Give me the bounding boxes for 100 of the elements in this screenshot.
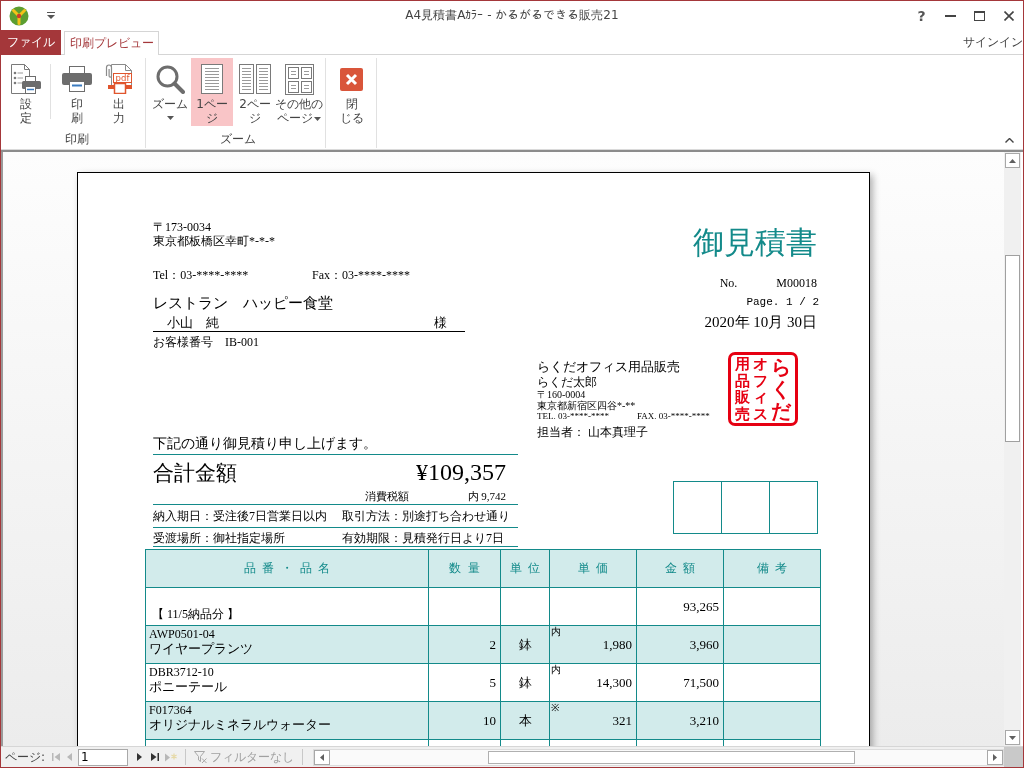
printer-icon: [61, 66, 92, 92]
table-cell: 10: [428, 701, 501, 740]
table-cell: 3,960: [636, 625, 724, 664]
greeting-text: 下記の通り御見積り申し上げます。: [153, 436, 377, 452]
phone-number: TEL. 03-****-****: [537, 411, 609, 422]
app-logo-icon[interactable]: [9, 5, 29, 26]
help-button[interactable]: ?: [907, 1, 936, 30]
scroll-right-icon[interactable]: [993, 753, 997, 761]
terms-text: 受渡場所：御社指定場所: [153, 531, 286, 545]
close-preview-button[interactable]: 閉 じる: [333, 58, 370, 126]
phone-number: Tel：03-****-****: [153, 268, 249, 282]
company-name: らくだオフィス用品販売: [537, 359, 680, 375]
address: 東京都新宿区四谷*-**: [537, 400, 636, 411]
magnifier-icon: [155, 64, 185, 94]
quote-number: M00018: [776, 276, 817, 290]
close-icon[interactable]: [1003, 10, 1014, 21]
scrollbar-corner: [1004, 747, 1023, 767]
seal-text: らくだ: [771, 356, 791, 422]
two-pages-button[interactable]: 2ペー ジ: [235, 58, 275, 126]
table-cell: [500, 587, 550, 626]
table-cell: 鉢: [500, 663, 550, 702]
column-header: 品番・品名: [145, 549, 429, 588]
unit-price: 14,300: [596, 675, 632, 691]
table-cell: 【 11/5納品分 】: [145, 587, 429, 626]
address: 東京都板橋区幸町*-*-*: [153, 234, 275, 248]
scroll-up-icon[interactable]: [1009, 158, 1016, 163]
pdf-export-button[interactable]: pdf 出 力: [100, 58, 137, 126]
table-cell: 93,265: [636, 587, 724, 626]
next-page-icon[interactable]: [137, 753, 143, 761]
terms-text: 取引方法：別途打ち合わせ通り: [342, 509, 510, 523]
table-cell: 71,500: [636, 663, 724, 702]
item-name: オリジナルミネラルウォーター: [149, 717, 332, 733]
total-amount: ¥109,357: [416, 459, 506, 485]
column-header: 備考: [723, 549, 821, 588]
caret-icon[interactable]: [47, 12, 55, 19]
scroll-thumb[interactable]: [488, 750, 856, 764]
contact-name: 小山 純: [167, 315, 219, 331]
page-grid-icon: [284, 63, 314, 95]
column-header: 単位: [500, 549, 550, 588]
tax-amount: 内 9,742: [467, 490, 506, 503]
ribbon-tab[interactable]: 印刷プレビュー: [64, 31, 159, 55]
seal-text: オフィス: [753, 356, 768, 422]
person-name: らくだ太郎: [537, 375, 597, 389]
sign-in-link[interactable]: サインイン: [963, 33, 1023, 51]
terms-text: 有効期限：見積発行日より7日: [342, 531, 504, 545]
item-code: AWP0501-04: [149, 627, 216, 641]
customer-number: IB-001: [225, 335, 259, 349]
table-cell: 本: [500, 701, 550, 740]
single-page-icon: [201, 64, 223, 94]
pdf-label: pdf: [115, 73, 129, 83]
scroll-left-icon[interactable]: [320, 753, 325, 761]
issue-date: 2020年 10月 30日: [704, 313, 817, 331]
print-button[interactable]: 印 刷: [58, 58, 95, 126]
scroll-down-icon[interactable]: [1009, 735, 1016, 740]
postal-code: 〒160-0004: [537, 389, 586, 400]
vertical-scrollbar[interactable]: [1004, 152, 1021, 746]
item-name: ワイヤープランツ: [149, 641, 254, 657]
last-page-icon[interactable]: [151, 753, 160, 761]
tax-label: 消費税額: [364, 490, 409, 503]
total-label: 合計金額: [153, 460, 237, 486]
page-number-field[interactable]: 1: [78, 748, 129, 766]
unit-price: 1,980: [602, 637, 632, 653]
group-label: ズーム: [218, 132, 257, 146]
minimize-icon[interactable]: [945, 14, 956, 17]
terms-text: 納入期日：受注後7日営業日以内: [153, 509, 328, 523]
item-name: ポニーテール: [149, 679, 228, 695]
two-pages-icon: [239, 64, 271, 94]
one-page-button[interactable]: 1ペー ジ: [191, 58, 233, 126]
tax-mark: 内: [551, 664, 561, 675]
item-code: DBR3712-10: [149, 665, 215, 679]
column-header: 金額: [636, 549, 724, 588]
more-pages-button[interactable]: その他の ページ: [276, 58, 322, 126]
file-tab[interactable]: ファイル: [1, 30, 61, 55]
table-cell: 5: [428, 663, 501, 702]
scroll-thumb[interactable]: [1005, 255, 1020, 442]
filter-icon: [194, 751, 208, 763]
maximize-icon[interactable]: [974, 10, 985, 21]
seal-box: [721, 481, 770, 534]
item-code: F017364: [149, 703, 193, 717]
postal-code: 〒173-0034: [153, 220, 211, 234]
table-cell: 3,210: [636, 701, 724, 740]
document-title: 御見積書: [693, 225, 817, 261]
page-label: ページ:: [5, 748, 46, 766]
tax-mark: ※: [551, 702, 559, 713]
column-header: 単価: [549, 549, 637, 588]
staff-name: 担当者： 山本真理子: [537, 424, 648, 440]
chevron-up-icon[interactable]: [1005, 138, 1014, 143]
quote-number-label: No.: [719, 276, 738, 290]
seal-text: 用品販売: [735, 356, 750, 422]
horizontal-scrollbar[interactable]: [313, 748, 1004, 766]
unit-price: 321: [612, 713, 632, 729]
fax-number: FAX. 03-****-****: [637, 411, 710, 422]
printer-page-icon: [11, 64, 41, 94]
customer-name: レストラン ハッピー食堂: [153, 294, 333, 312]
zoom-button[interactable]: ズーム: [150, 58, 190, 126]
group-label: 印刷: [63, 132, 90, 146]
honorific: 様: [434, 315, 447, 331]
page-setup-button[interactable]: 設 定: [8, 58, 44, 126]
tax-mark: 内: [551, 626, 561, 637]
column-header: 数量: [428, 549, 501, 588]
